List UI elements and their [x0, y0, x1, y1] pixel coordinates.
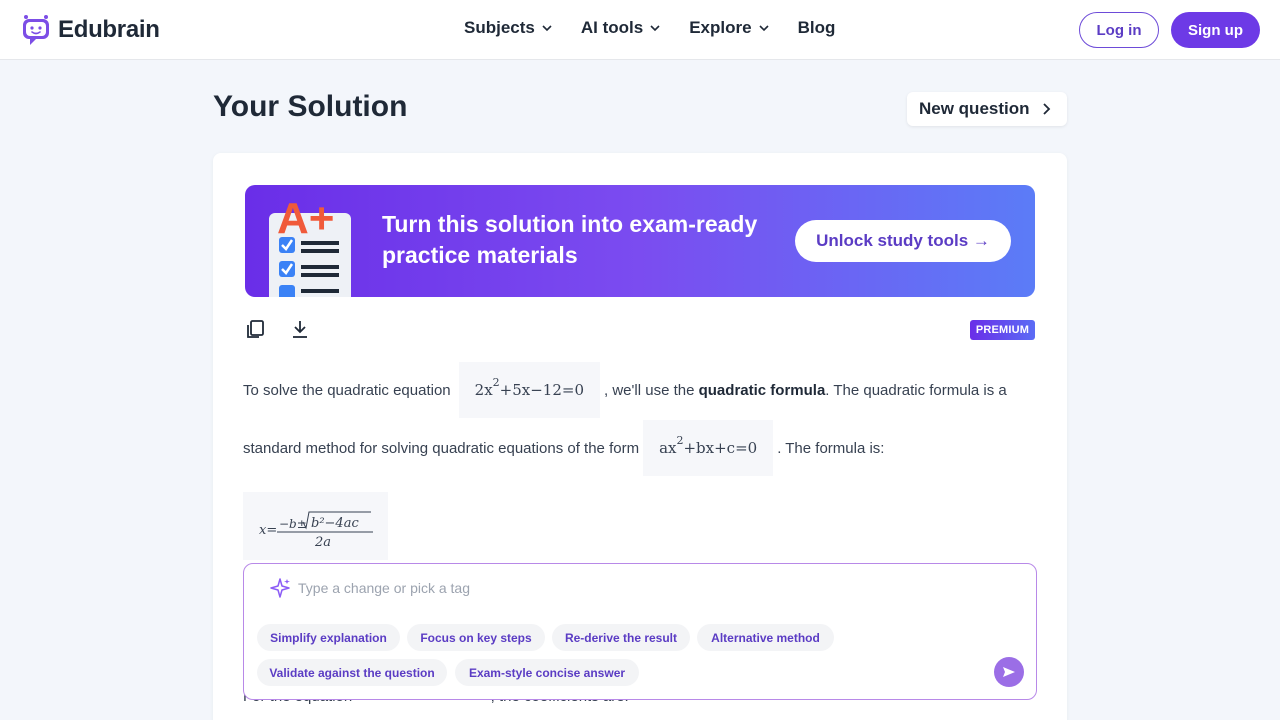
- solution-text: , we'll use the: [604, 381, 695, 399]
- copy-icon[interactable]: [245, 318, 267, 340]
- prompt-input[interactable]: [298, 576, 898, 600]
- new-question-button[interactable]: New question: [907, 92, 1067, 126]
- chevron-down-icon: [758, 25, 769, 32]
- nav-subjects[interactable]: Subjects: [464, 18, 553, 38]
- site-header: Edubrain Subjects AI tools Explore Blog …: [0, 0, 1280, 60]
- send-button[interactable]: [994, 657, 1024, 687]
- solution-text: . The quadratic formula is a: [825, 381, 1007, 399]
- tag-exam-style-answer[interactable]: Exam-style concise answer: [455, 659, 639, 686]
- math-exponent: 2: [492, 375, 500, 389]
- math-term: +bx+c=0: [683, 439, 758, 457]
- chevron-down-icon: [542, 25, 552, 32]
- solution-text: . The formula is:: [777, 439, 885, 457]
- solution-bold-text: quadratic formula: [698, 381, 826, 399]
- tag-validate-question[interactable]: Validate against the question: [257, 659, 447, 686]
- nav-explore[interactable]: Explore: [689, 18, 769, 38]
- signup-button[interactable]: Sign up: [1171, 12, 1260, 48]
- login-button[interactable]: Log in: [1079, 12, 1159, 48]
- formula-graphic: x= −b± b²−4ac 2a: [259, 511, 373, 550]
- math-term: 2x: [474, 381, 493, 399]
- tag-rederive-result[interactable]: Re-derive the result: [552, 624, 690, 651]
- math-exponent: 2: [676, 433, 684, 447]
- edit-prompt-box: Simplify explanation Focus on key steps …: [243, 563, 1037, 700]
- nav-blog-label: Blog: [797, 18, 836, 37]
- tag-focus-key-steps[interactable]: Focus on key steps: [407, 624, 545, 651]
- solution-text: standard method for solving quadratic eq…: [243, 439, 640, 457]
- premium-badge: PREMIUM: [970, 320, 1035, 340]
- formula-numerator: −b±: [279, 517, 307, 531]
- nav-ai-tools[interactable]: AI tools: [581, 18, 661, 38]
- math-term: +5x−12=0: [499, 381, 585, 399]
- formula-lhs: x=: [259, 523, 277, 538]
- logo-icon: [23, 15, 49, 45]
- page-title: Your Solution: [213, 90, 408, 123]
- math-equation: ax 2 +bx+c=0: [643, 420, 774, 476]
- formula-radicand: b²−4ac: [311, 516, 359, 531]
- tag-alternative-method[interactable]: Alternative method: [697, 624, 834, 651]
- logo[interactable]: Edubrain: [20, 14, 160, 46]
- nav-blog[interactable]: Blog: [798, 18, 836, 38]
- formula-denominator: 2a: [314, 535, 331, 550]
- solution-line-1: To solve the quadratic equation 2x 2 +5x−1…: [243, 362, 1007, 418]
- unlock-study-tools-button[interactable]: Unlock study tools →: [795, 220, 1011, 262]
- sparkle-icon: [270, 578, 290, 598]
- nav-subjects-label: Subjects: [464, 18, 535, 37]
- math-term: ax: [659, 439, 677, 457]
- nav-ai-tools-label: AI tools: [580, 18, 644, 37]
- send-icon: [1003, 667, 1015, 677]
- solution-line-2: standard method for solving quadratic eq…: [243, 420, 884, 476]
- upsell-banner: A+ Turn this solution into exam-ready pr…: [245, 185, 1035, 297]
- banner-art-label: A+: [277, 194, 334, 243]
- nav-explore-label: Explore: [689, 18, 752, 37]
- banner-text: Turn this solution into exam-ready pract…: [382, 211, 758, 268]
- tag-simplify-explanation[interactable]: Simplify explanation: [257, 624, 400, 651]
- new-question-label: New question: [919, 99, 1030, 118]
- solution-text: To solve the quadratic equation: [243, 381, 451, 399]
- quadratic-formula: x= −b± b²−4ac 2a: [243, 492, 388, 560]
- chevron-down-icon: [650, 25, 660, 32]
- chevron-right-icon: [1043, 103, 1051, 115]
- checklist-illustration: A+: [269, 194, 351, 297]
- brand-name: Edubrain: [58, 16, 160, 43]
- main-nav: Subjects AI tools Explore Blog: [464, 18, 835, 38]
- download-icon[interactable]: [289, 318, 311, 340]
- math-equation: 2x 2 +5x−12=0: [458, 362, 601, 418]
